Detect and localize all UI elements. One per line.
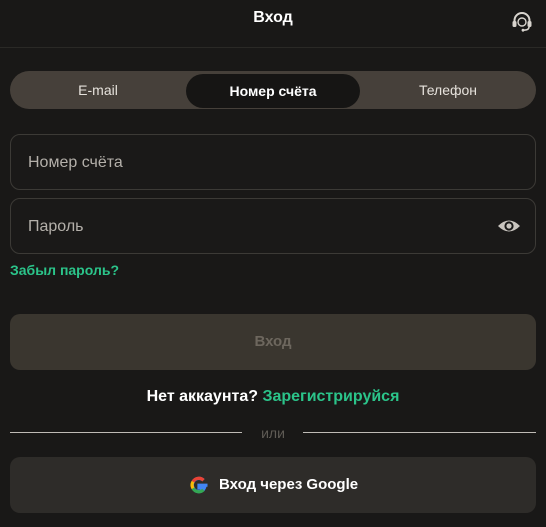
account-number-input[interactable] (26, 135, 500, 191)
page-title: Вход (253, 9, 293, 26)
password-input[interactable] (26, 199, 500, 255)
register-row: Нет аккаунта? Зарегистрируйся (0, 388, 546, 406)
eye-icon[interactable] (497, 215, 521, 237)
headset-icon[interactable] (510, 9, 534, 33)
login-screen: Вход E-mail Номер счёта Телефон Забыл па… (0, 0, 546, 527)
divider-right (303, 432, 536, 433)
account-number-field (10, 134, 536, 191)
login-method-tabs: E-mail Номер счёта Телефон (10, 71, 536, 109)
tab-phone[interactable]: Телефон (360, 71, 536, 109)
google-login-button[interactable]: Вход через Google (10, 457, 536, 513)
password-field (10, 198, 536, 255)
google-icon (190, 476, 208, 494)
no-account-text: Нет аккаунта? (146, 388, 258, 405)
google-login-label: Вход через Google (219, 476, 359, 493)
forgot-password-link[interactable]: Забыл пароль? (10, 262, 119, 278)
divider-text: или (261, 425, 285, 441)
tab-account-number[interactable]: Номер счёта (186, 74, 360, 108)
header: Вход (0, 0, 546, 48)
register-link[interactable]: Зарегистрируйся (262, 388, 399, 405)
login-button[interactable]: Вход (10, 314, 536, 370)
tab-email[interactable]: E-mail (10, 71, 186, 109)
